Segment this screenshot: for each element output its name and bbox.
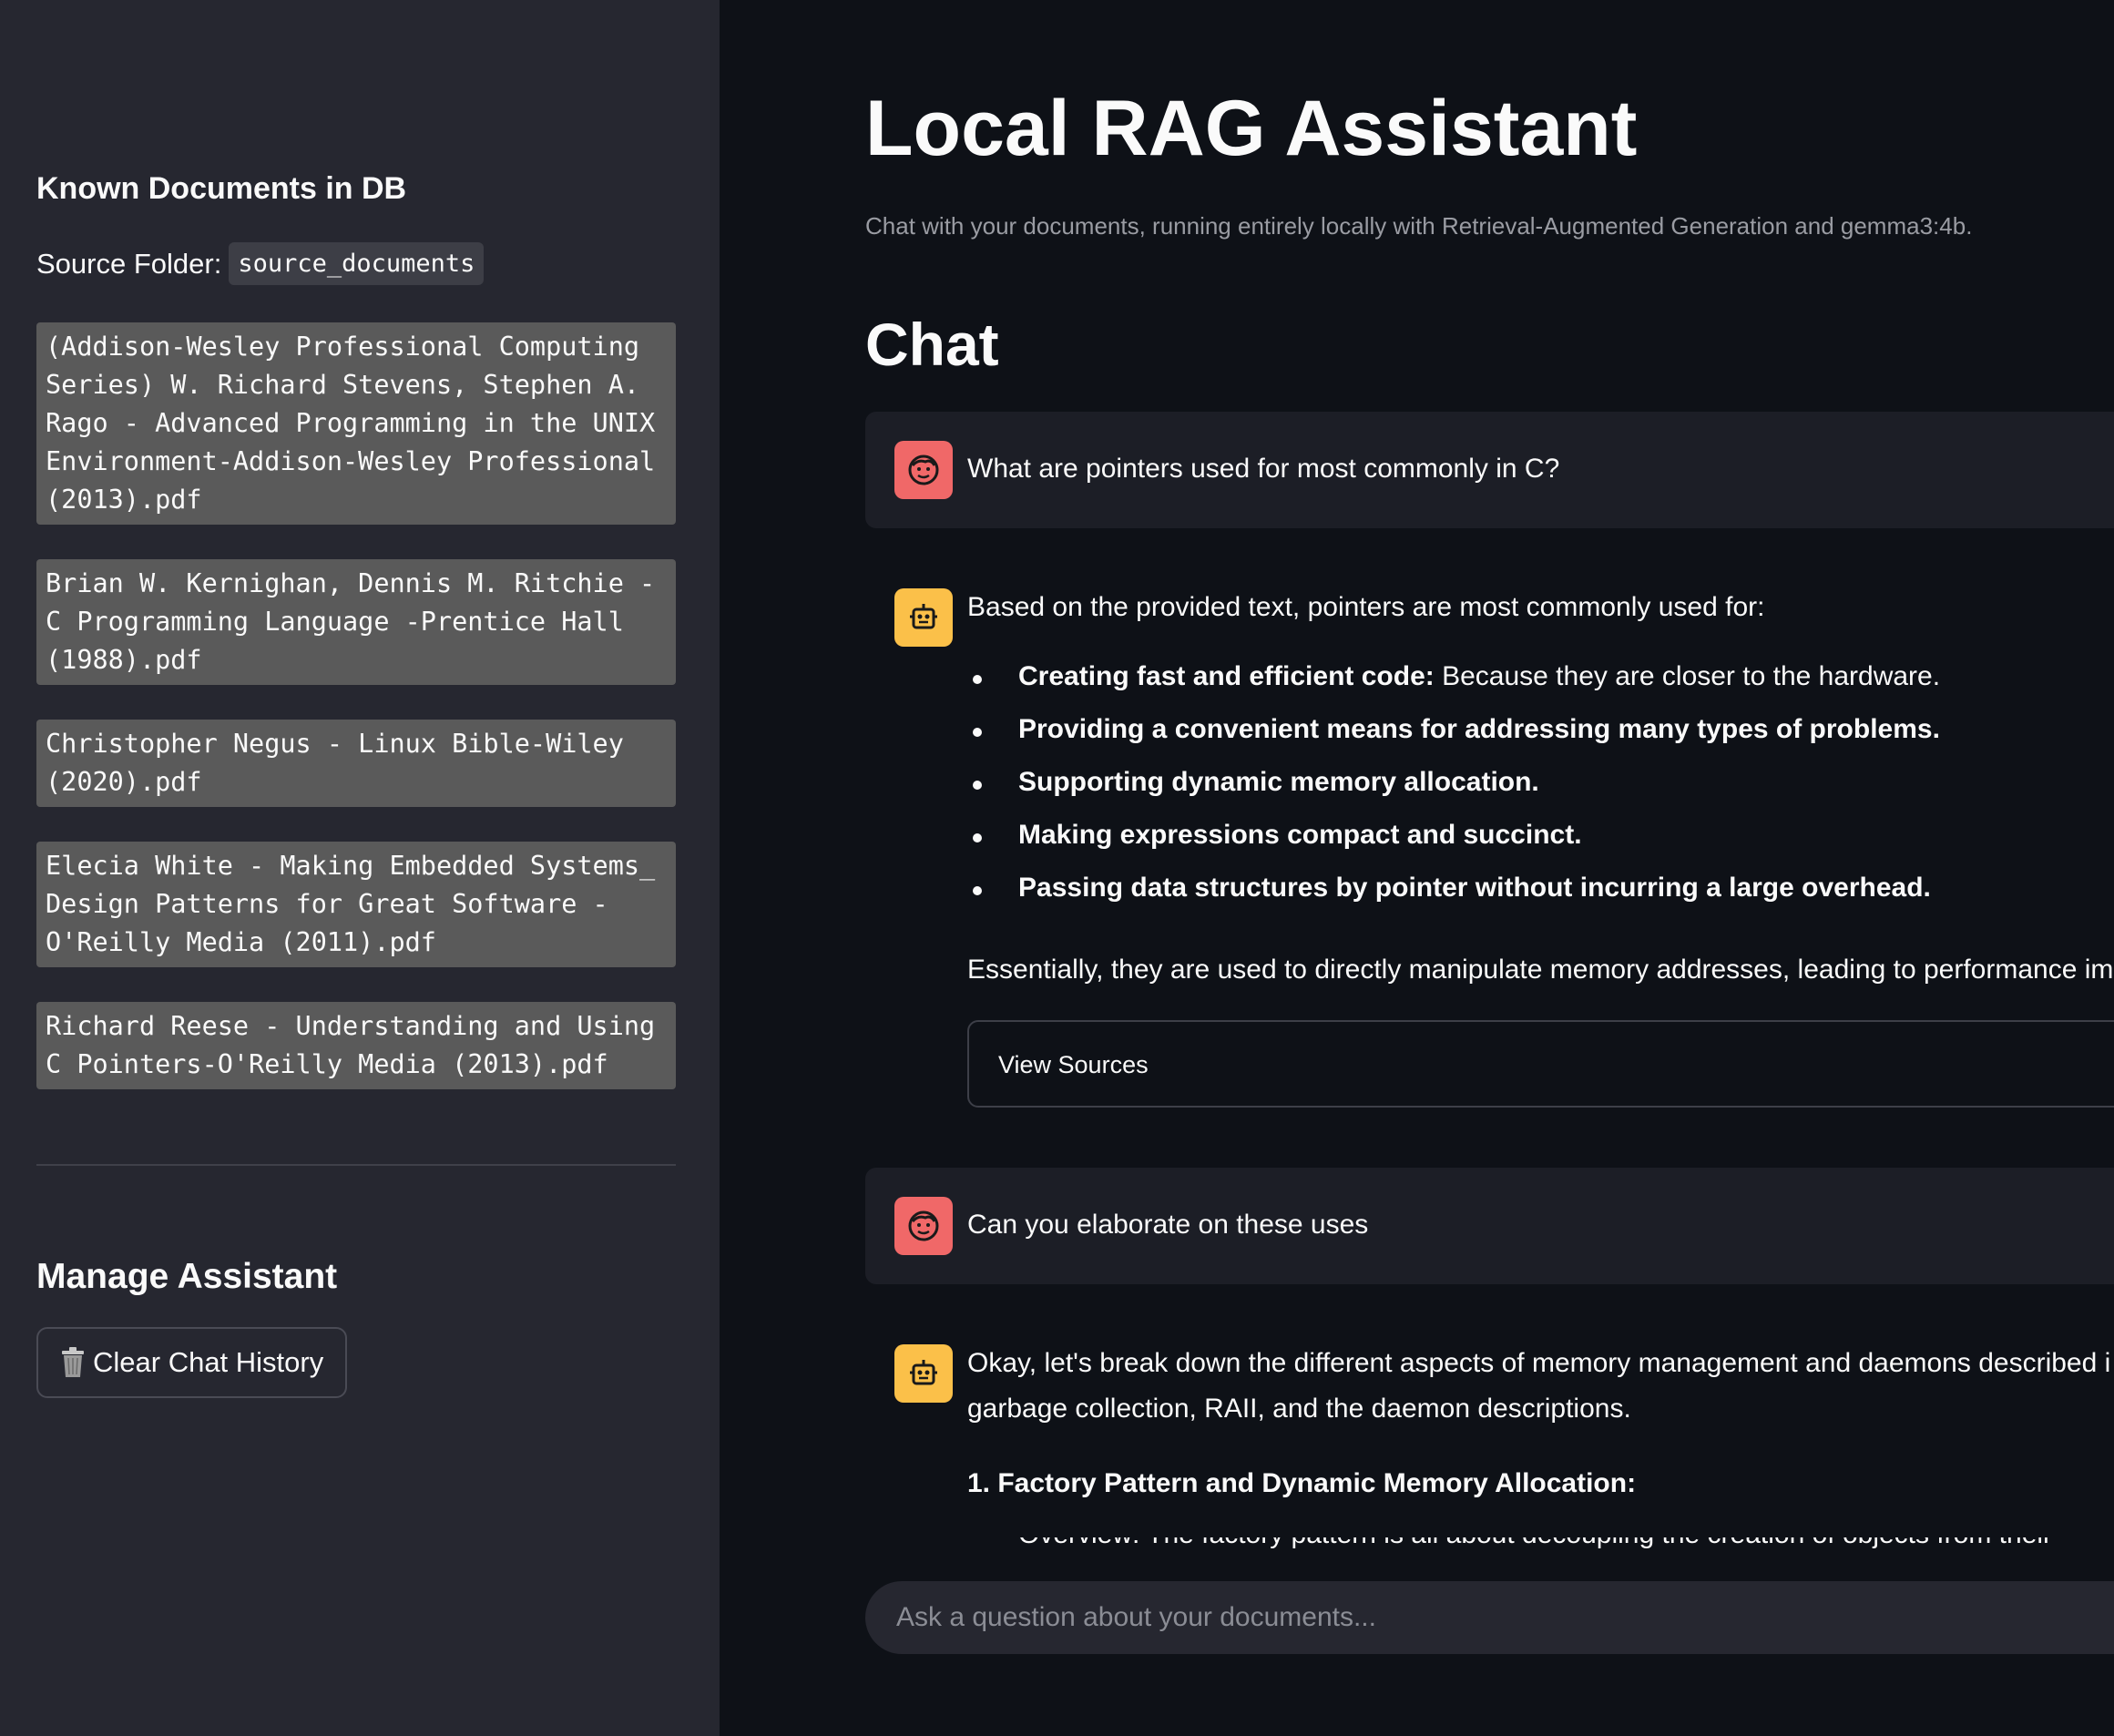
chat-heading: Chat (865, 311, 999, 378)
document-item: (Addison-Wesley Professional Computing S… (36, 322, 676, 525)
document-item: Christopher Negus - Linux Bible-Wiley (2… (36, 720, 676, 807)
assistant-clipped-line: Overview: The factory pattern is all abo… (967, 1537, 2114, 1552)
main-content: Local RAG Assistant Chat with your docum… (720, 0, 2114, 1736)
chat-input[interactable] (865, 1581, 2114, 1654)
user-avatar-icon (894, 441, 953, 499)
list-item: Providing a convenient means for address… (967, 714, 1940, 767)
assistant-message-line: Okay, let's break down the different asp… (967, 1348, 2111, 1378)
list-item: Passing data structures by pointer witho… (967, 873, 1940, 925)
user-message: Can you elaborate on these uses (865, 1168, 2114, 1284)
list-item: Making expressions compact and succinct. (967, 820, 1940, 873)
assistant-avatar-icon (894, 588, 953, 647)
assistant-message-line: garbage collection, RAII, and the daemon… (967, 1394, 1631, 1424)
user-message: What are pointers used for most commonly… (865, 412, 2114, 528)
source-folder-label: Source Folder: (36, 247, 222, 280)
source-folder-line: Source Folder: source_documents (36, 242, 485, 285)
list-item: Creating fast and efficient code: Becaus… (967, 661, 1940, 714)
assistant-bullet-list: Creating fast and efficient code: Becaus… (967, 661, 1940, 925)
known-documents-heading: Known Documents in DB (36, 171, 407, 206)
document-item: Richard Reese - Understanding and Using … (36, 1002, 676, 1089)
view-sources-expander[interactable]: View Sources (967, 1020, 2114, 1108)
document-item: Brian W. Kernighan, Dennis M. Ritchie - … (36, 559, 676, 685)
document-item: Elecia White - Making Embedded Systems_ … (36, 842, 676, 967)
manage-assistant-heading: Manage Assistant (36, 1257, 338, 1296)
user-message-text: What are pointers used for most commonly… (967, 454, 1560, 484)
assistant-message-intro: Based on the provided text, pointers are… (967, 592, 1765, 622)
source-folder-code: source_documents (229, 242, 485, 285)
page-caption: Chat with your documents, running entire… (865, 212, 1973, 240)
view-sources-label: View Sources (998, 1051, 1149, 1078)
clear-chat-history-label: Clear Chat History (93, 1346, 324, 1378)
clear-chat-history-button[interactable]: Clear Chat History (36, 1327, 348, 1398)
assistant-avatar-icon (894, 1344, 953, 1403)
assistant-message-summary: Essentially, they are used to directly m… (967, 955, 2114, 985)
page-title: Local RAG Assistant (865, 85, 1638, 172)
list-item: Supporting dynamic memory allocation. (967, 767, 1940, 820)
document-list: (Addison-Wesley Professional Computing S… (36, 322, 676, 1124)
sidebar: Known Documents in DB Source Folder: sou… (0, 0, 720, 1736)
trash-icon (60, 1347, 86, 1378)
sidebar-divider (36, 1164, 676, 1166)
user-avatar-icon (894, 1197, 953, 1255)
user-message-text: Can you elaborate on these uses (967, 1210, 1369, 1240)
assistant-section-heading: 1. Factory Pattern and Dynamic Memory Al… (967, 1468, 1637, 1498)
